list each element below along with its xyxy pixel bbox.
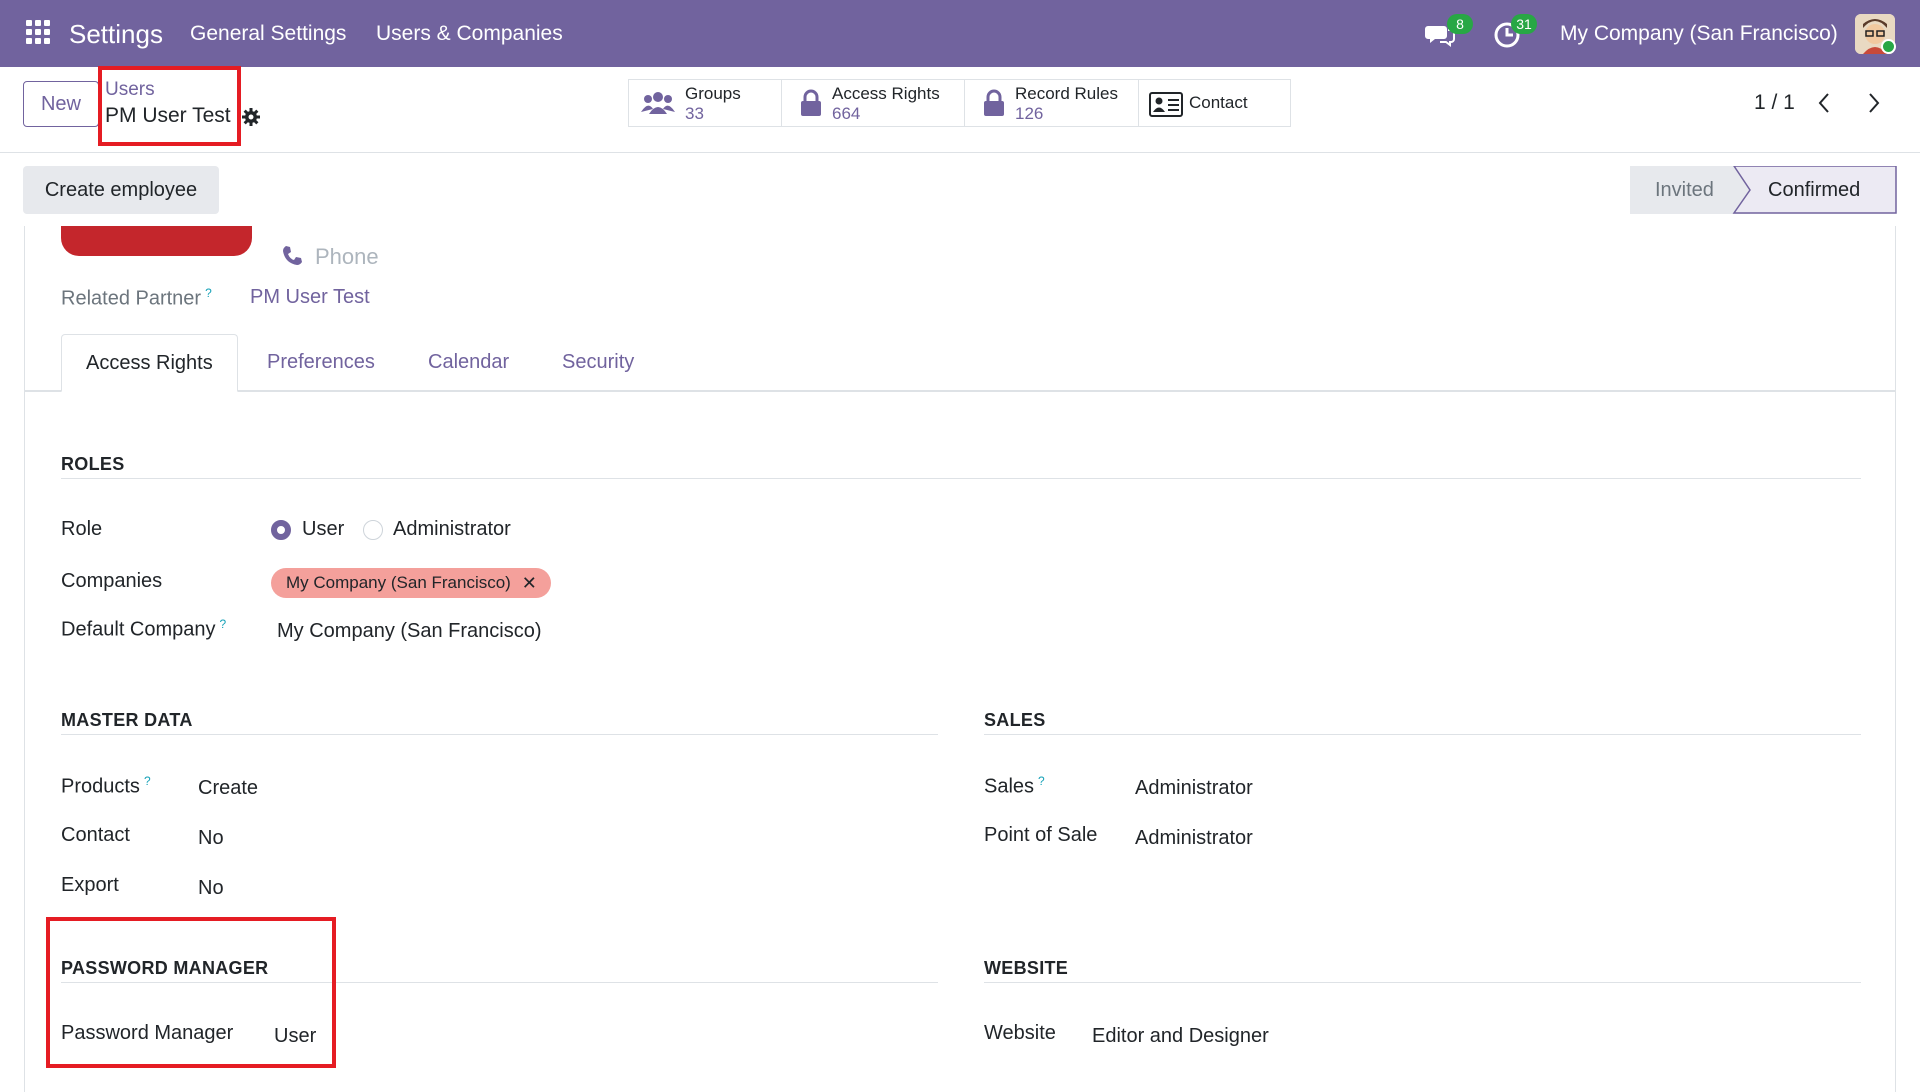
record-rules-label: Record Rules bbox=[1015, 84, 1118, 103]
website-field[interactable]: Editor and Designer bbox=[1092, 1025, 1269, 1048]
sales-divider bbox=[984, 734, 1861, 735]
company-tag: My Company (San Francisco) ✕ bbox=[271, 568, 551, 598]
master-data-divider bbox=[61, 734, 938, 735]
phone-icon bbox=[281, 244, 303, 266]
contact-access-field[interactable]: No bbox=[198, 827, 224, 850]
stage-invited[interactable]: Invited bbox=[1655, 166, 1714, 214]
menu-general-settings[interactable]: General Settings bbox=[190, 22, 346, 46]
help-tooltip-icon[interactable]: ? bbox=[1038, 774, 1045, 788]
company-tag-label: My Company (San Francisco) bbox=[286, 573, 511, 592]
help-tooltip-icon[interactable]: ? bbox=[205, 286, 212, 300]
chevron-left-icon[interactable] bbox=[1812, 89, 1838, 117]
create-employee-button[interactable]: Create employee bbox=[23, 166, 219, 214]
products-field[interactable]: Create bbox=[198, 777, 258, 800]
role-user-label[interactable]: User bbox=[302, 518, 344, 541]
top-navbar: Settings General Settings Users & Compan… bbox=[0, 0, 1920, 67]
tab-preferences[interactable]: Preferences bbox=[267, 334, 375, 392]
chevron-right-icon[interactable] bbox=[1860, 89, 1886, 117]
role-administrator-label[interactable]: Administrator bbox=[393, 518, 511, 541]
roles-divider bbox=[61, 478, 1861, 479]
groups-count: 33 bbox=[685, 104, 704, 123]
activities-count-badge: 31 bbox=[1511, 14, 1537, 34]
master-data-section-title: MASTER DATA bbox=[61, 710, 193, 730]
role-user-radio[interactable] bbox=[271, 520, 291, 540]
tab-access-rights[interactable]: Access Rights bbox=[61, 334, 238, 392]
phone-field[interactable]: Phone bbox=[315, 244, 379, 270]
sales-label: Sales? bbox=[984, 774, 1045, 798]
website-section-title: WEBSITE bbox=[984, 958, 1069, 978]
export-field[interactable]: No bbox=[198, 877, 224, 900]
related-partner-link[interactable]: PM User Test bbox=[250, 286, 370, 309]
contact-smart-button[interactable]: Contact bbox=[1138, 79, 1291, 127]
roles-section-title: ROLES bbox=[61, 454, 125, 474]
access-rights-label: Access Rights bbox=[832, 84, 940, 103]
gear-icon[interactable] bbox=[241, 107, 261, 127]
users-icon bbox=[641, 88, 675, 120]
record-rules-count: 126 bbox=[1015, 104, 1044, 123]
point-of-sale-field[interactable]: Administrator bbox=[1135, 827, 1253, 850]
control-panel: New Users PM User Test Groups 33 Access … bbox=[0, 66, 1920, 153]
password-manager-highlight-box bbox=[46, 917, 336, 1068]
record-rules-smart-button[interactable]: Record Rules 126 bbox=[964, 79, 1139, 127]
point-of-sale-label: Point of Sale bbox=[984, 824, 1098, 846]
tab-security[interactable]: Security bbox=[562, 334, 634, 392]
groups-label: Groups bbox=[685, 84, 741, 103]
app-title[interactable]: Settings bbox=[69, 19, 163, 50]
pager-value[interactable]: 1 / 1 bbox=[1754, 91, 1795, 115]
breadcrumb-highlight-box bbox=[98, 66, 241, 146]
help-tooltip-icon[interactable]: ? bbox=[220, 617, 227, 631]
export-label: Export bbox=[61, 874, 119, 896]
tab-calendar[interactable]: Calendar bbox=[428, 334, 509, 392]
lock-icon bbox=[794, 88, 828, 120]
new-button[interactable]: New bbox=[23, 81, 99, 127]
contact-card-icon bbox=[1149, 88, 1183, 120]
messages-count-badge: 8 bbox=[1447, 14, 1473, 34]
website-label: Website bbox=[984, 1022, 1056, 1044]
stage-confirmed[interactable]: Confirmed bbox=[1768, 166, 1860, 214]
contact-label: Contact bbox=[1189, 93, 1248, 112]
sales-section-title: SALES bbox=[984, 710, 1046, 730]
sales-field[interactable]: Administrator bbox=[1135, 777, 1253, 800]
default-company-field[interactable]: My Company (San Francisco) bbox=[277, 620, 542, 643]
status-bar: Create employee Invited Confirmed bbox=[0, 154, 1920, 226]
company-switcher[interactable]: My Company (San Francisco) bbox=[1560, 22, 1838, 46]
access-rights-count: 664 bbox=[832, 104, 861, 123]
role-administrator-radio[interactable] bbox=[363, 520, 383, 540]
groups-smart-button[interactable]: Groups 33 bbox=[628, 79, 782, 127]
default-company-label: Default Company? bbox=[61, 617, 227, 641]
website-divider bbox=[984, 982, 1861, 983]
companies-label: Companies bbox=[61, 570, 163, 592]
related-partner-label: Related Partner? bbox=[61, 286, 212, 310]
role-label: Role bbox=[61, 518, 103, 540]
contact-access-label: Contact bbox=[61, 824, 130, 846]
online-status-dot bbox=[1881, 39, 1896, 54]
remove-tag-icon[interactable]: ✕ bbox=[522, 568, 537, 598]
app-menu-icon[interactable] bbox=[26, 20, 50, 44]
user-photo[interactable] bbox=[61, 226, 252, 256]
products-label: Products? bbox=[61, 774, 151, 798]
menu-users-companies[interactable]: Users & Companies bbox=[376, 22, 563, 46]
help-tooltip-icon[interactable]: ? bbox=[144, 774, 151, 788]
access-rights-smart-button[interactable]: Access Rights 664 bbox=[781, 79, 965, 127]
lock-icon bbox=[977, 88, 1011, 120]
